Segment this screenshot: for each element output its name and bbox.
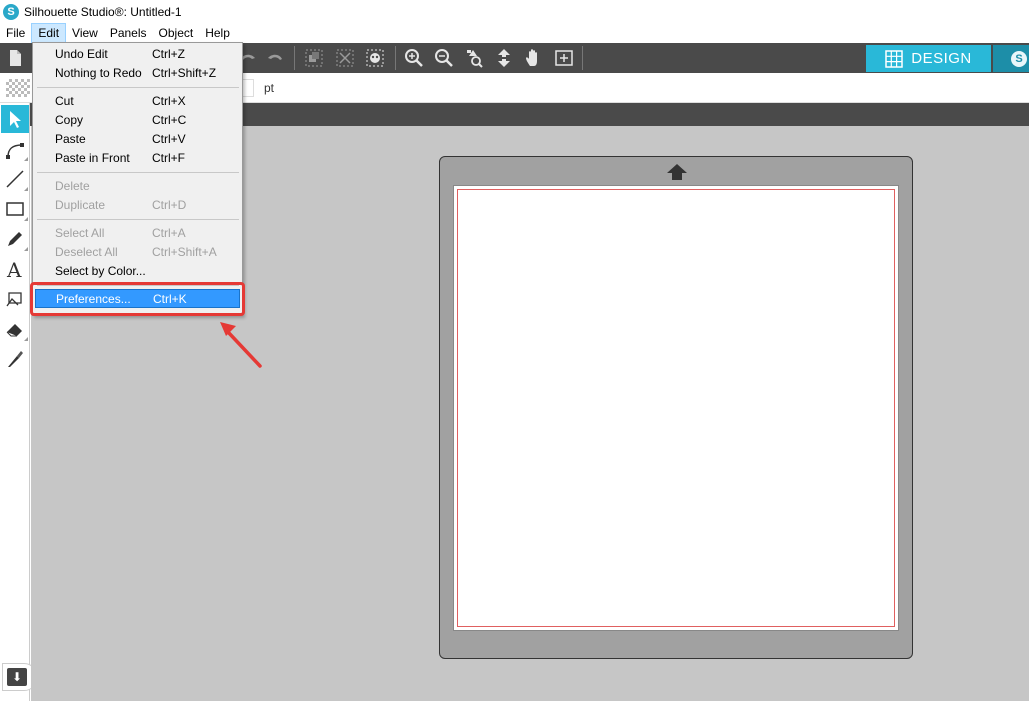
move-icon[interactable] xyxy=(492,47,516,69)
zoom-in-icon[interactable] xyxy=(402,47,426,69)
title-bar: S Silhouette Studio®: Untitled-1 xyxy=(0,0,1029,23)
menu-item-paste-in-front[interactable]: Paste in Front Ctrl+F xyxy=(35,149,240,168)
menu-item-select-by-color[interactable]: Select by Color... xyxy=(35,262,240,281)
toolbar-separator xyxy=(294,46,295,70)
menu-file[interactable]: File xyxy=(0,23,31,43)
menu-item-nothing-to-redo[interactable]: Nothing to Redo Ctrl+Shift+Z xyxy=(35,64,240,83)
redo-icon[interactable] xyxy=(263,47,287,69)
cut-border xyxy=(457,189,895,627)
line-tool-icon[interactable] xyxy=(1,165,29,193)
library-download-icon: ⬇ xyxy=(7,668,27,686)
menu-help[interactable]: Help xyxy=(199,23,236,43)
menu-view[interactable]: View xyxy=(66,23,104,43)
knife-tool-icon[interactable] xyxy=(1,345,29,373)
rectangle-tool-icon[interactable] xyxy=(1,195,29,223)
edit-menu-dropdown: Undo Edit Ctrl+Z Nothing to Redo Ctrl+Shif… xyxy=(32,42,243,316)
grid-icon xyxy=(885,49,903,68)
menu-item-undo-edit[interactable]: Undo Edit Ctrl+Z xyxy=(35,45,240,64)
group-icon[interactable] xyxy=(302,47,326,69)
menu-item-duplicate[interactable]: Duplicate Ctrl+D xyxy=(35,196,240,215)
menu-separator xyxy=(37,172,239,173)
menu-bar: File Edit View Panels Object Help xyxy=(0,23,1029,43)
zoom-selection-icon[interactable] xyxy=(462,47,486,69)
app-logo-icon: S xyxy=(3,3,19,20)
menu-item-delete[interactable]: Delete xyxy=(35,177,240,196)
design-tab-label: DESIGN xyxy=(911,50,972,67)
pan-hand-icon[interactable] xyxy=(522,47,546,69)
annotation-highlight-box xyxy=(30,282,245,316)
menu-object[interactable]: Object xyxy=(153,23,200,43)
pencil-tool-icon[interactable] xyxy=(1,225,29,253)
menu-separator xyxy=(37,219,239,220)
toolbar-separator xyxy=(582,46,583,70)
fill-pattern-icon[interactable] xyxy=(363,47,387,69)
eraser-tool-icon[interactable] xyxy=(1,315,29,343)
menu-item-paste[interactable]: Paste Ctrl+V xyxy=(35,130,240,149)
tool-panel: A xyxy=(0,103,30,701)
design-tab-button[interactable]: DESIGN xyxy=(866,45,991,72)
annotation-arrow-icon xyxy=(220,322,262,368)
menu-item-deselect-all[interactable]: Deselect All Ctrl+Shift+A xyxy=(35,243,240,262)
fill-swatch[interactable] xyxy=(6,79,30,97)
menu-edit[interactable]: Edit xyxy=(31,23,67,43)
toolbar-separator xyxy=(395,46,396,70)
mat-paper-area[interactable] xyxy=(453,185,899,631)
line-width-unit: pt xyxy=(264,81,275,95)
window-title: Silhouette Studio®: Untitled-1 xyxy=(24,4,182,19)
menu-separator xyxy=(37,87,239,88)
menu-item-select-all[interactable]: Select All Ctrl+A xyxy=(35,224,240,243)
menu-item-cut[interactable]: Cut Ctrl+X xyxy=(35,92,240,111)
menu-item-copy[interactable]: Copy Ctrl+C xyxy=(35,111,240,130)
cutting-mat[interactable] xyxy=(439,156,913,659)
sketch-tool-icon[interactable] xyxy=(1,285,29,313)
new-document-icon[interactable] xyxy=(3,47,27,69)
store-tab-button[interactable]: S xyxy=(993,45,1029,72)
text-tool-icon[interactable]: A xyxy=(1,255,29,283)
svg-text:A: A xyxy=(6,259,22,279)
ungroup-icon[interactable] xyxy=(333,47,357,69)
silhouette-logo-icon: S xyxy=(1011,50,1027,67)
menu-panels[interactable]: Panels xyxy=(104,23,153,43)
fit-to-page-icon[interactable] xyxy=(552,47,576,69)
point-edit-tool-icon[interactable] xyxy=(1,135,29,163)
zoom-out-icon[interactable] xyxy=(432,47,456,69)
select-tool-icon[interactable] xyxy=(1,105,29,133)
mat-feed-arrow-icon xyxy=(667,164,687,180)
